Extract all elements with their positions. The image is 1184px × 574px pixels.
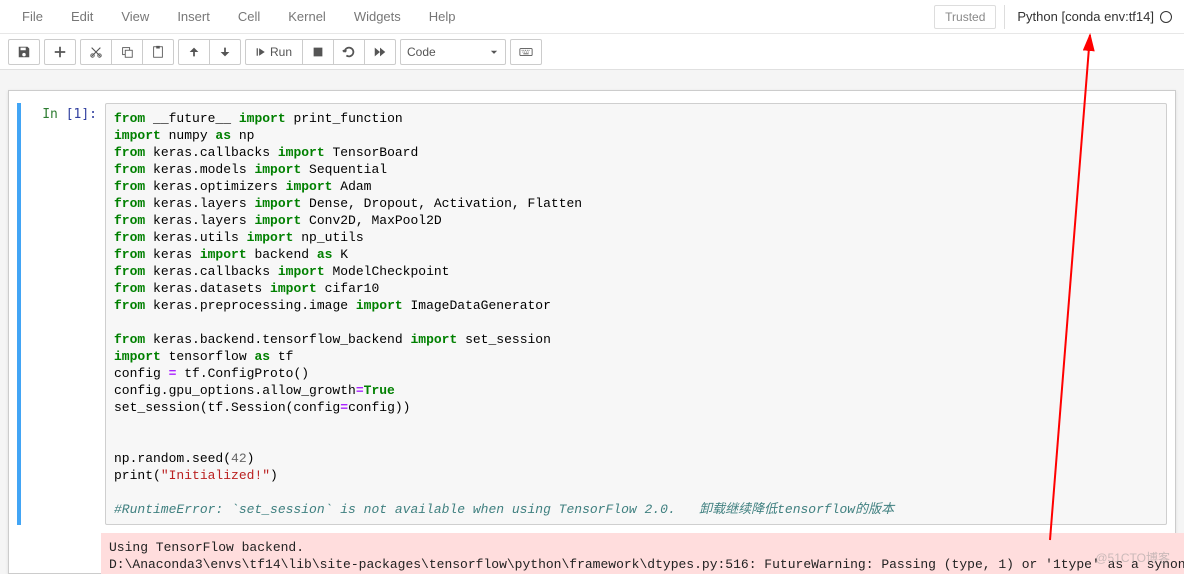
output-area: Using TensorFlow backend. D:\Anaconda3\e… <box>17 529 1167 574</box>
kernel-indicator[interactable]: Python [conda env:tf14] <box>1013 5 1176 28</box>
stop-icon <box>311 45 325 59</box>
save-button[interactable] <box>8 39 40 65</box>
restart-icon <box>342 45 356 59</box>
fast-forward-icon <box>373 45 387 59</box>
menubar: File Edit View Insert Cell Kernel Widget… <box>8 1 470 32</box>
menubar-right: Trusted Python [conda env:tf14] <box>934 5 1176 29</box>
menu-help[interactable]: Help <box>415 1 470 32</box>
chevron-down-icon <box>489 47 499 57</box>
edit-group <box>80 39 174 65</box>
move-up-button[interactable] <box>178 39 210 65</box>
menu-view[interactable]: View <box>107 1 163 32</box>
watermark: @51CTO博客 <box>1095 549 1170 566</box>
save-icon <box>17 45 31 59</box>
command-palette-button[interactable] <box>510 39 542 65</box>
prompt-number: [1]: <box>66 107 97 122</box>
toolbar: Run Code <box>0 34 1184 70</box>
trusted-badge[interactable]: Trusted <box>934 5 996 29</box>
move-down-button[interactable] <box>209 39 241 65</box>
menubar-container: File Edit View Insert Cell Kernel Widget… <box>0 0 1184 34</box>
code-content: from __future__ import print_function im… <box>114 110 1158 518</box>
cell-type-select[interactable]: Code <box>400 39 506 65</box>
paste-button[interactable] <box>142 39 174 65</box>
run-icon <box>256 45 266 59</box>
kernel-status-icon <box>1160 11 1172 23</box>
run-button[interactable]: Run <box>245 39 303 65</box>
arrow-up-icon <box>187 45 201 59</box>
paste-icon <box>151 45 165 59</box>
output-prompt <box>17 529 101 574</box>
menu-file[interactable]: File <box>8 1 57 32</box>
code-input-area[interactable]: from __future__ import print_function im… <box>105 103 1167 525</box>
run-group: Run <box>245 39 396 65</box>
code-cell[interactable]: In [1]: from __future__ import print_fun… <box>17 103 1167 525</box>
divider <box>1004 5 1005 29</box>
cut-button[interactable] <box>80 39 112 65</box>
notebook: In [1]: from __future__ import print_fun… <box>8 90 1176 574</box>
keyboard-icon <box>519 45 533 59</box>
prompt-in-label: In <box>42 107 65 122</box>
notebook-area: In [1]: from __future__ import print_fun… <box>0 70 1184 574</box>
cut-icon <box>89 45 103 59</box>
restart-run-button[interactable] <box>364 39 396 65</box>
plus-icon <box>53 45 67 59</box>
arrow-down-icon <box>218 45 232 59</box>
menu-cell[interactable]: Cell <box>224 1 274 32</box>
copy-button[interactable] <box>111 39 143 65</box>
add-cell-button[interactable] <box>44 39 76 65</box>
input-prompt: In [1]: <box>21 103 105 525</box>
menu-kernel[interactable]: Kernel <box>274 1 340 32</box>
menu-insert[interactable]: Insert <box>163 1 224 32</box>
cell-type-label: Code <box>407 45 436 59</box>
interrupt-button[interactable] <box>302 39 334 65</box>
menu-edit[interactable]: Edit <box>57 1 107 32</box>
run-label: Run <box>270 45 292 59</box>
move-group <box>178 39 241 65</box>
kernel-name: Python [conda env:tf14] <box>1017 9 1154 24</box>
menu-widgets[interactable]: Widgets <box>340 1 415 32</box>
restart-button[interactable] <box>333 39 365 65</box>
output-stderr: Using TensorFlow backend. D:\Anaconda3\e… <box>101 533 1184 574</box>
copy-icon <box>120 45 134 59</box>
